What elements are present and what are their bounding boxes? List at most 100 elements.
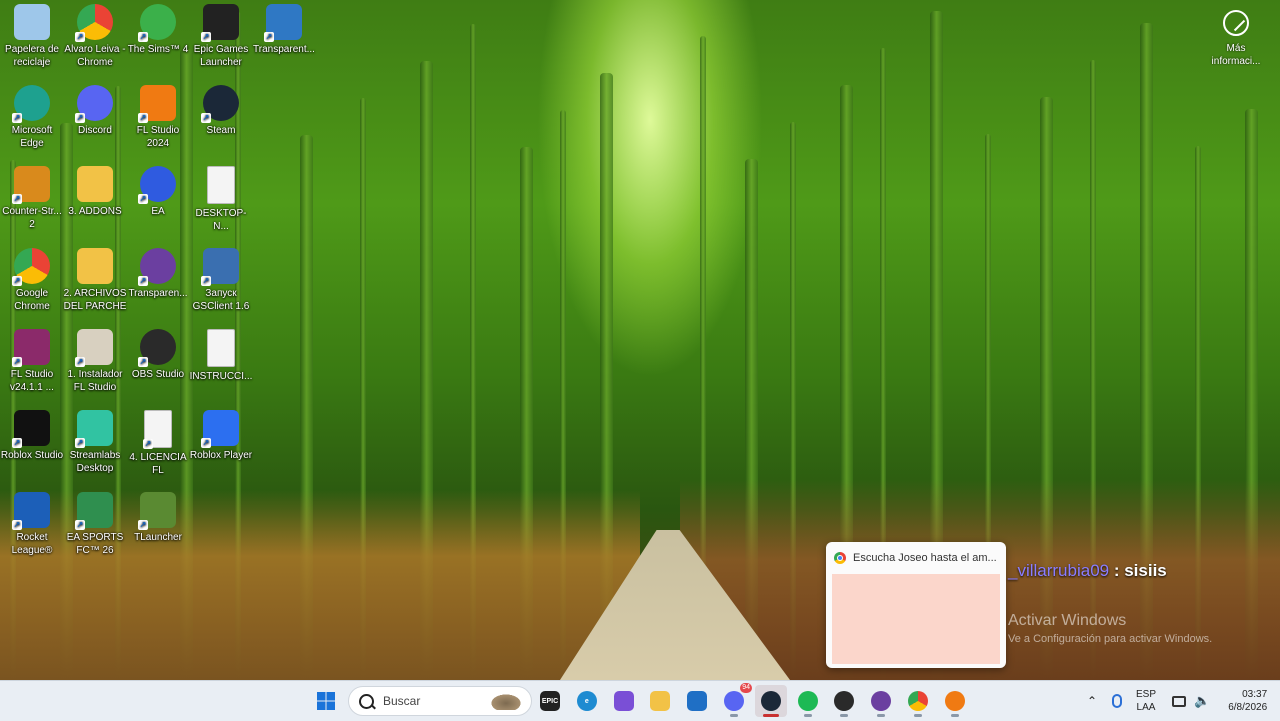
desktop-icon[interactable]: ↗ 1. Instalador FL Studio <box>63 329 127 394</box>
text-file-icon <box>207 329 235 367</box>
desktop-icon[interactable]: ↗ Discord <box>63 85 127 137</box>
desktop-icon[interactable]: ↗ FL Studio 2024 <box>126 85 190 150</box>
language-indicator[interactable]: ESP LAA <box>1136 688 1156 714</box>
desktop-icon[interactable]: Papelera de reciclaje <box>0 4 64 69</box>
taskbar: Buscar EPIC e 94 ⌃ ESP LAA 🔈 03:37 6/8/202… <box>0 680 1280 721</box>
desktop-icon[interactable]: ↗ Google Chrome <box>0 248 64 313</box>
file-explorer-icon <box>650 691 671 711</box>
shortcut-arrow-icon: ↗ <box>201 276 211 286</box>
desktop-icon[interactable]: ↗ The Sims™ 4 <box>126 4 190 56</box>
notification-body <box>832 574 1000 664</box>
desktop-icon[interactable]: ↗ FL Studio v24.1.1 ... <box>0 329 64 394</box>
fl-studio-icon: ↗ <box>138 85 176 123</box>
shortcut-arrow-icon: ↗ <box>264 32 274 42</box>
desktop-icon[interactable]: ↗ Roblox Studio <box>0 410 64 462</box>
shortcut-arrow-icon: ↗ <box>201 438 211 448</box>
desktop-icon[interactable]: ↗ Roblox Player <box>189 410 253 462</box>
desktop-icon[interactable]: ↗ EA <box>126 166 190 218</box>
notification-toast[interactable]: Escucha Joseo hasta el am... <box>826 542 1006 668</box>
taskbar-app-chrome[interactable] <box>902 685 934 717</box>
taskbar-app-spotify[interactable] <box>792 685 824 717</box>
desktop-icon[interactable]: ↗ EA SPORTS FC™ 26 <box>63 492 127 557</box>
desktop-icon[interactable]: ↗ Transparent... <box>252 4 316 56</box>
desktop-icon[interactable]: INSTRUCCI... <box>189 329 253 383</box>
desktop-icon-label: FL Studio v24.1.1 ... <box>10 369 54 393</box>
volume-icon[interactable]: 🔈 <box>1194 693 1210 709</box>
recycle-bin-icon <box>14 4 50 40</box>
desktop-icon[interactable]: ↗ Epic Games Launcher <box>189 4 253 69</box>
desktop-icon[interactable]: ↗ Microsoft Edge <box>0 85 64 150</box>
desktop-icon[interactable]: ↗ Rocket League® <box>0 492 64 557</box>
more-info-button[interactable]: Más informaci... <box>1206 10 1266 68</box>
chrome-icon <box>834 552 846 564</box>
sims-icon: ↗ <box>138 4 176 42</box>
taskbar-app-fl-studio[interactable] <box>939 685 971 717</box>
network-icon[interactable] <box>1172 695 1187 707</box>
running-indicator <box>762 714 779 717</box>
desktop-icon-label: Discord <box>78 125 112 136</box>
desktop-icon-label: Epic Games Launcher <box>193 44 249 68</box>
shortcut-arrow-icon: ↗ <box>138 194 148 204</box>
desktop-icon-label: Roblox Studio <box>0 450 64 461</box>
desktop-icon-label: Transparent... <box>253 44 315 55</box>
taskbar-search-box[interactable]: Buscar <box>348 686 532 716</box>
taskbar-app-text: e <box>584 697 589 705</box>
desktop-icon[interactable]: ↗ Запуск GSClient 1.6 <box>189 248 253 313</box>
start-button[interactable] <box>310 685 342 717</box>
desktop-icon[interactable]: ↗ OBS Studio <box>126 329 190 381</box>
fl-studio-icon <box>944 691 965 711</box>
taskbar-app-epic-games[interactable]: EPIC <box>534 685 566 717</box>
clock-date: 6/8/2026 <box>1228 702 1268 713</box>
shortcut-arrow-icon: ↗ <box>138 357 148 367</box>
chat-bubble-icon <box>871 691 892 711</box>
license-file-icon: ↗ <box>143 410 172 449</box>
folder-icon <box>77 166 113 202</box>
taskbar-app-chat-bubble[interactable] <box>865 685 897 717</box>
desktop-icon-label: FL Studio 2024 <box>136 125 180 149</box>
desktop-icon-label: Rocket League® <box>11 532 53 556</box>
desktop-icon[interactable]: ↗ TLauncher <box>126 492 190 544</box>
running-indicator <box>950 714 959 717</box>
desktop-icon-label: Roblox Player <box>189 450 253 461</box>
desktop-icon[interactable]: ↗ Alvaro Leiva - Chrome <box>63 4 127 69</box>
text-file-icon <box>207 166 235 204</box>
roblox-studio-icon: ↗ <box>12 410 50 448</box>
taskbar-app-file-explorer[interactable] <box>644 685 676 717</box>
taskbar-app-store[interactable] <box>681 685 713 717</box>
chrome-icon <box>908 691 928 711</box>
desktop-icon-label: 3. ADDONS <box>68 206 122 217</box>
taskbar-app-copilot[interactable] <box>608 685 640 717</box>
copilot-icon <box>613 691 634 711</box>
roblox-icon: ↗ <box>201 410 239 448</box>
shortcut-arrow-icon: ↗ <box>12 520 22 530</box>
desktop-icon[interactable]: 3. ADDONS <box>63 166 127 218</box>
counter-strike-icon: ↗ <box>12 166 50 204</box>
desktop-icon[interactable]: ↗ Streamlabs Desktop <box>63 410 127 475</box>
desktop-icon[interactable]: ↗ 4. LICENCIA FL <box>126 410 190 477</box>
shortcut-arrow-icon: ↗ <box>75 438 85 448</box>
taskbar-app-discord[interactable]: 94 <box>718 683 752 717</box>
desktop-icon[interactable]: DESKTOP-N... <box>189 166 253 233</box>
chat-username: _villarrubia09 <box>1008 561 1110 580</box>
microphone-icon[interactable] <box>1112 694 1122 708</box>
chat-message: : sisiis <box>1109 561 1167 580</box>
chrome-icon: ↗ <box>12 248 50 286</box>
desktop-icon[interactable]: ↗ Steam <box>189 85 253 137</box>
clock[interactable]: 03:37 6/8/2026 <box>1228 688 1267 714</box>
clock-time: 03:37 <box>1242 689 1268 700</box>
shortcut-arrow-icon: ↗ <box>75 357 85 367</box>
steam-icon: ↗ <box>201 85 239 123</box>
desktop-icon[interactable]: 2. ARCHIVOS DEL PARCHE <box>63 248 127 313</box>
desktop-icon-label: DESKTOP-N... <box>195 208 247 232</box>
chevron-up-icon[interactable]: ⌃ <box>1084 694 1100 708</box>
taskbar-app-steam[interactable] <box>754 685 787 717</box>
desktop-icon[interactable]: ↗ Counter-Str... 2 <box>0 166 64 231</box>
taskbar-app-obs[interactable] <box>828 685 860 717</box>
desktop-icon[interactable]: ↗ Transparen... <box>126 248 190 300</box>
shortcut-arrow-icon: ↗ <box>75 520 85 530</box>
desktop-icon-label: Запуск GSClient 1.6 <box>192 288 250 312</box>
window-icon: ↗ <box>264 4 302 42</box>
shortcut-arrow-icon: ↗ <box>75 113 85 123</box>
desktop-icon-label: Microsoft Edge <box>11 125 53 149</box>
taskbar-app-edge[interactable]: e <box>571 685 603 717</box>
